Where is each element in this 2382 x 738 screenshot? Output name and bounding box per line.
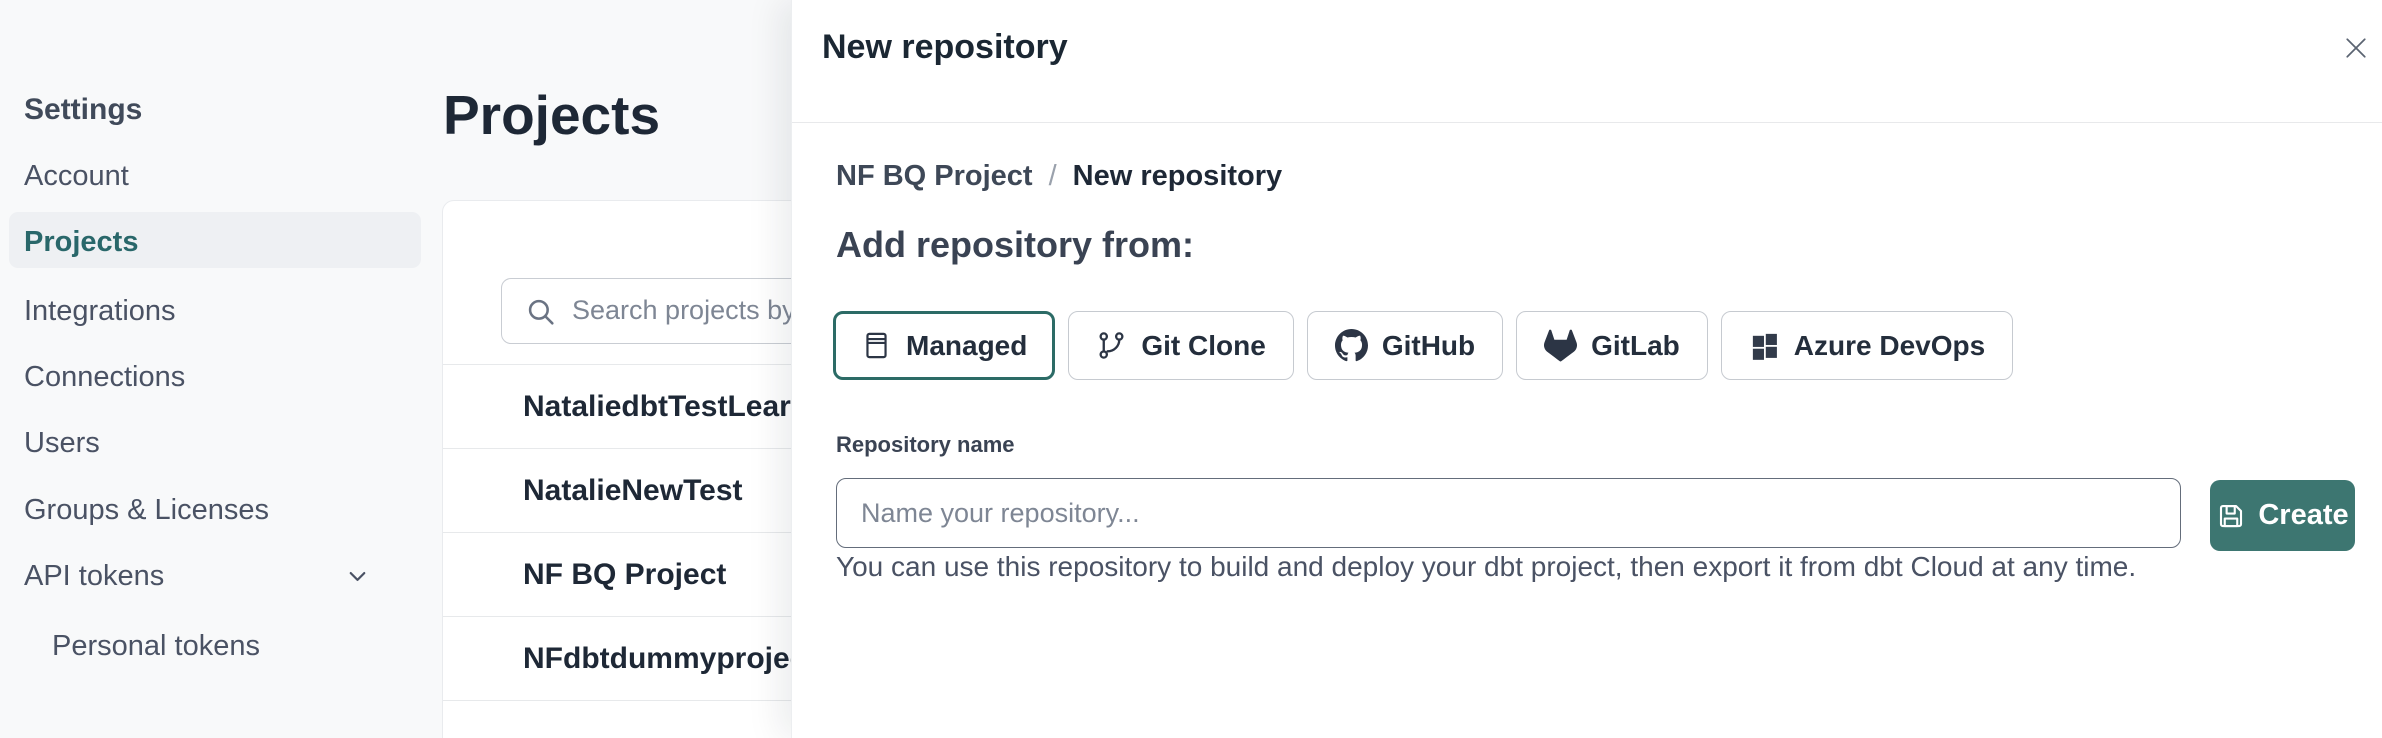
search-icon bbox=[524, 295, 558, 329]
breadcrumb-separator: / bbox=[1049, 160, 1057, 193]
git-branch-icon bbox=[1096, 330, 1127, 361]
close-button[interactable] bbox=[2336, 28, 2376, 68]
breadcrumb: NF BQ Project / New repository bbox=[836, 160, 1282, 193]
sidebar-item-connections[interactable]: Connections bbox=[24, 357, 185, 397]
repository-name-input[interactable] bbox=[836, 478, 2181, 548]
github-option-button[interactable]: GitHub bbox=[1307, 311, 1503, 380]
new-repository-modal: New repository NF BQ Project / New repos… bbox=[791, 0, 2382, 738]
github-icon bbox=[1335, 329, 1368, 362]
breadcrumb-current: New repository bbox=[1073, 160, 1283, 193]
managed-repo-icon bbox=[861, 330, 892, 361]
sidebar-item-api-tokens[interactable]: API tokens bbox=[24, 556, 164, 596]
chevron-down-icon[interactable] bbox=[344, 563, 371, 595]
save-icon bbox=[2216, 501, 2246, 531]
gitlab-option-button[interactable]: GitLab bbox=[1516, 311, 1708, 380]
managed-option-button[interactable]: Managed bbox=[833, 311, 1055, 380]
repository-source-options: Managed Git Clone GitHub GitLab Azure De… bbox=[833, 311, 2013, 380]
close-icon bbox=[2341, 33, 2371, 63]
sidebar-item-projects[interactable]: Projects bbox=[24, 222, 138, 262]
sidebar-item-integrations[interactable]: Integrations bbox=[24, 291, 176, 331]
create-button[interactable]: Create bbox=[2210, 480, 2355, 551]
sidebar-item-users[interactable]: Users bbox=[24, 423, 100, 463]
azure-devops-option-button[interactable]: Azure DevOps bbox=[1721, 311, 2013, 380]
sidebar-item-groups-licenses[interactable]: Groups & Licenses bbox=[24, 490, 269, 530]
add-repository-heading: Add repository from: bbox=[836, 224, 1194, 266]
settings-heading: Settings bbox=[24, 93, 142, 127]
page-title: Projects bbox=[443, 83, 660, 147]
repository-name-label: Repository name bbox=[836, 432, 1015, 458]
repository-helper-text: You can use this repository to build and… bbox=[836, 551, 2136, 583]
breadcrumb-project-link[interactable]: NF BQ Project bbox=[836, 160, 1033, 193]
modal-title: New repository bbox=[822, 28, 1068, 67]
settings-page: Settings Account Projects Integrations C… bbox=[0, 0, 2382, 738]
modal-header: New repository bbox=[792, 0, 2382, 123]
sidebar-item-personal-tokens[interactable]: Personal tokens bbox=[52, 626, 260, 666]
sidebar-item-account[interactable]: Account bbox=[24, 156, 129, 196]
git-clone-option-button[interactable]: Git Clone bbox=[1068, 311, 1293, 380]
gitlab-icon bbox=[1544, 329, 1577, 362]
azure-devops-icon bbox=[1749, 330, 1780, 361]
